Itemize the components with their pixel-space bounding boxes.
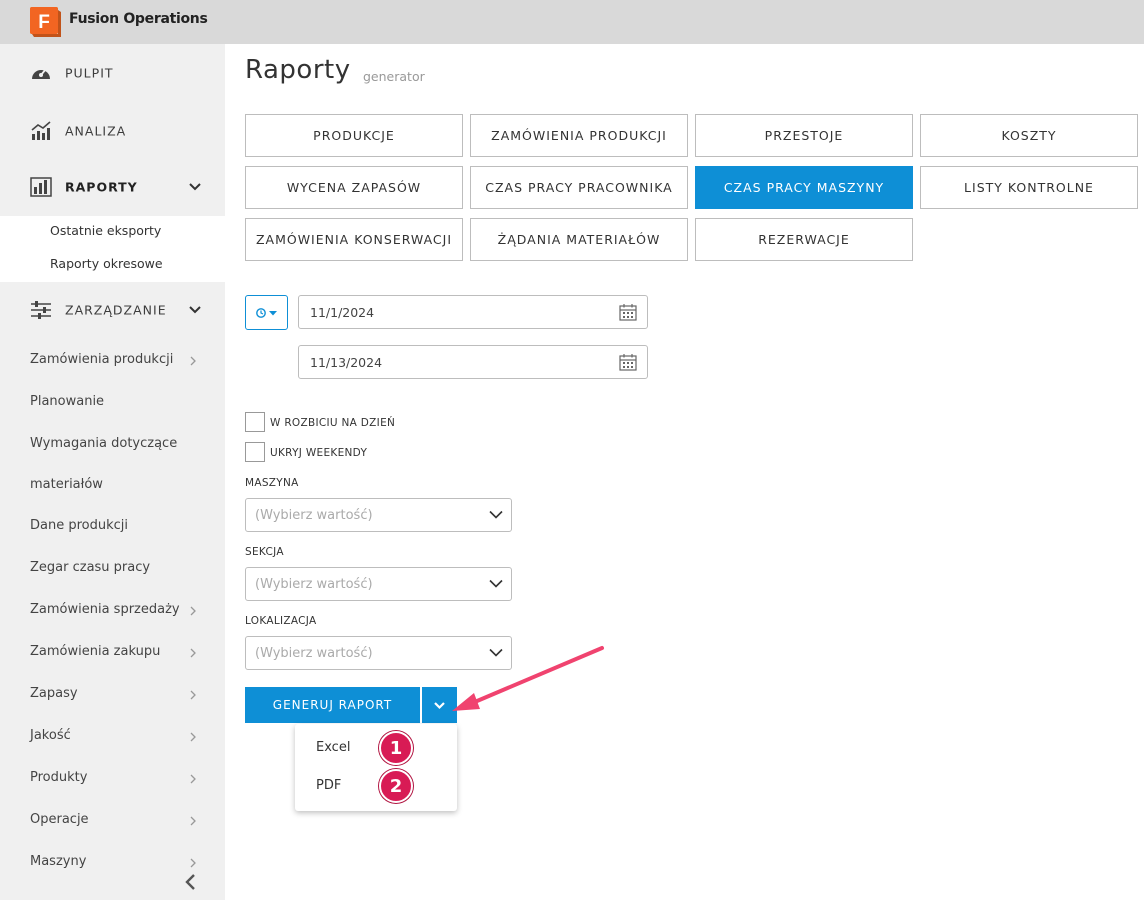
chevron-right-icon bbox=[190, 732, 196, 742]
sidebar-item-machines[interactable]: Maszyny bbox=[30, 854, 86, 869]
generate-report-button[interactable]: GENERUJ RAPORT bbox=[245, 687, 420, 723]
section-select[interactable]: (Wybierz wartość) bbox=[245, 567, 512, 601]
report-type-button[interactable]: ZAMÓWIENIA PRODUKCJI bbox=[470, 114, 688, 157]
sidebar-item-zarzadzanie[interactable]: ZARZĄDZANIE bbox=[0, 281, 225, 339]
report-type-button[interactable]: LISTY KONTROLNE bbox=[920, 166, 1138, 209]
time-range-dropdown-button[interactable] bbox=[245, 295, 288, 330]
sidebar-item-pulpit[interactable]: PULPIT bbox=[0, 44, 225, 102]
machine-select[interactable]: (Wybierz wartość) bbox=[245, 498, 512, 532]
report-type-button[interactable]: WYCENA ZAPASÓW bbox=[245, 166, 463, 209]
report-type-button[interactable]: PRODUKCJE bbox=[245, 114, 463, 157]
sidebar-item-time-clock[interactable]: Zegar czasu pracy bbox=[30, 560, 150, 575]
section-label: SEKCJA bbox=[245, 546, 284, 558]
date-from-field[interactable]: 11/1/2024 bbox=[298, 295, 648, 329]
report-type-button-active[interactable]: CZAS PRACY MASZYNY bbox=[695, 166, 913, 209]
export-format-menu: Excel PDF bbox=[295, 724, 457, 811]
sidebar-item-production-orders[interactable]: Zamówienia produkcji bbox=[30, 352, 173, 367]
sidebar-item-sales-orders[interactable]: Zamówienia sprzedaży bbox=[30, 602, 180, 617]
page-title: Raporty bbox=[245, 55, 351, 85]
sidebar-item-quality[interactable]: Jakość bbox=[30, 728, 71, 743]
date-from-value: 11/1/2024 bbox=[310, 305, 375, 320]
chevron-right-icon bbox=[190, 774, 196, 784]
chevron-down-icon bbox=[489, 579, 503, 588]
daily-breakdown-checkbox[interactable] bbox=[245, 412, 265, 432]
sidebar-item-label: ANALIZA bbox=[65, 123, 127, 139]
calendar-icon[interactable] bbox=[619, 353, 637, 371]
location-placeholder: (Wybierz wartość) bbox=[255, 646, 373, 661]
sidebar-item-operations[interactable]: Operacje bbox=[30, 812, 89, 827]
sidebar-item-label: PULPIT bbox=[65, 65, 114, 81]
annotation-badge: 2 bbox=[379, 769, 413, 803]
fusion-logo[interactable]: F bbox=[30, 7, 61, 37]
daily-breakdown-label: W ROZBICIU NA DZIEŃ bbox=[270, 417, 396, 429]
reports-submenu: Ostatnie eksporty Raporty okresowe bbox=[0, 216, 225, 282]
app-title: Fusion Operations bbox=[69, 11, 208, 27]
top-bar: F Fusion Operations bbox=[0, 0, 1144, 44]
annotation-arrow-icon bbox=[452, 646, 604, 711]
collapse-sidebar-icon[interactable] bbox=[183, 872, 197, 892]
chevron-right-icon bbox=[190, 858, 196, 868]
chevron-right-icon bbox=[190, 816, 196, 826]
sidebar: PULPIT ANALIZA RAPORTY Ostatnie eksporty… bbox=[0, 44, 225, 900]
clock-icon bbox=[256, 308, 277, 318]
dashboard-icon bbox=[32, 68, 50, 79]
sidebar-item-raporty[interactable]: RAPORTY bbox=[0, 158, 225, 216]
chevron-right-icon bbox=[190, 606, 196, 616]
report-bars-icon bbox=[30, 177, 52, 197]
chevron-right-icon bbox=[190, 356, 196, 366]
sidebar-item-material-requirements[interactable]: Wymagania dotyczące bbox=[30, 436, 177, 451]
sidebar-item-products[interactable]: Produkty bbox=[30, 770, 87, 785]
chevron-down-icon bbox=[489, 510, 503, 519]
report-type-button[interactable]: CZAS PRACY PRACOWNIKA bbox=[470, 166, 688, 209]
hide-weekends-label: UKRYJ WEEKENDY bbox=[270, 447, 368, 459]
sidebar-item-production-data[interactable]: Dane produkcji bbox=[30, 518, 128, 533]
chevron-down-icon[interactable] bbox=[187, 305, 203, 315]
report-type-button[interactable]: REZERWACJE bbox=[695, 218, 913, 261]
chevron-right-icon bbox=[190, 648, 196, 658]
chevron-right-icon bbox=[190, 690, 196, 700]
report-type-button[interactable]: ŻĄDANIA MATERIAŁÓW bbox=[470, 218, 688, 261]
page-subtitle: generator bbox=[363, 69, 425, 84]
sidebar-item-label: ZARZĄDZANIE bbox=[65, 302, 167, 318]
menu-item-excel[interactable]: Excel bbox=[316, 740, 350, 755]
report-type-button[interactable]: KOSZTY bbox=[920, 114, 1138, 157]
calendar-icon[interactable] bbox=[619, 303, 637, 321]
sidebar-item-purchase-orders[interactable]: Zamówienia zakupu bbox=[30, 644, 160, 659]
sidebar-item-planning[interactable]: Planowanie bbox=[30, 394, 104, 409]
sidebar-item-label: RAPORTY bbox=[65, 179, 138, 195]
svg-text:F: F bbox=[38, 12, 50, 33]
sidebar-item-analiza[interactable]: ANALIZA bbox=[0, 102, 225, 160]
machine-placeholder: (Wybierz wartość) bbox=[255, 508, 373, 523]
sidebar-item-inventory[interactable]: Zapasy bbox=[30, 686, 78, 701]
menu-item-pdf[interactable]: PDF bbox=[316, 778, 341, 793]
report-type-button[interactable]: PRZESTOJE bbox=[695, 114, 913, 157]
hide-weekends-checkbox[interactable] bbox=[245, 442, 265, 462]
sliders-icon bbox=[31, 301, 51, 319]
sidebar-item-material-requirements-cont[interactable]: materiałów bbox=[30, 477, 103, 492]
chevron-down-icon[interactable] bbox=[187, 182, 203, 192]
date-to-field[interactable]: 11/13/2024 bbox=[298, 345, 648, 379]
section-placeholder: (Wybierz wartość) bbox=[255, 577, 373, 592]
submenu-recent-exports[interactable]: Ostatnie eksporty bbox=[50, 223, 161, 238]
location-label: LOKALIZACJA bbox=[245, 615, 317, 627]
machine-label: MASZYNA bbox=[245, 477, 299, 489]
date-to-value: 11/13/2024 bbox=[310, 355, 383, 370]
report-type-button[interactable]: ZAMÓWIENIA KONSERWACJI bbox=[245, 218, 463, 261]
annotation-badge: 1 bbox=[379, 731, 413, 765]
analytics-chart-icon bbox=[31, 121, 51, 140]
submenu-periodic-reports[interactable]: Raporty okresowe bbox=[50, 256, 163, 271]
